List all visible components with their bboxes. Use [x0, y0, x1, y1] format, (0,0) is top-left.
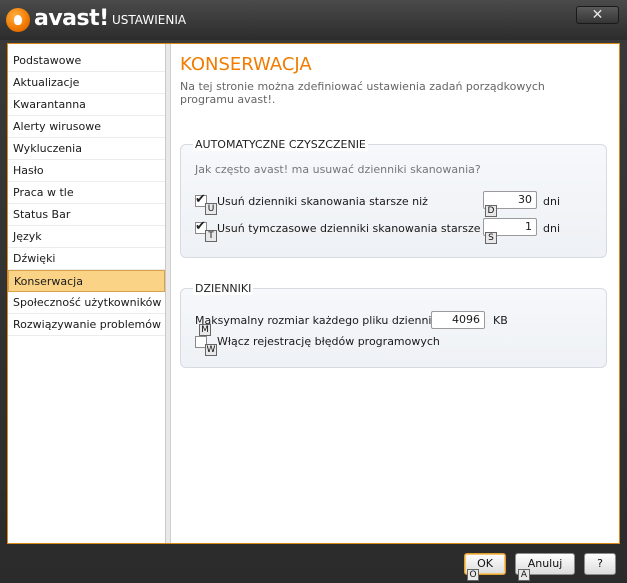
help-button[interactable]: ? — [584, 553, 616, 575]
sidebar-item-aktualizacje[interactable]: Aktualizacje — [8, 72, 165, 94]
max-size-input[interactable]: 4096 — [431, 311, 485, 329]
sidebar-item-konserwacja[interactable]: Konserwacja — [8, 270, 165, 292]
accel-key-w: W — [205, 344, 217, 356]
avast-logo-icon — [6, 8, 30, 32]
ok-label: OK — [477, 557, 493, 570]
main-pane: KONSERWACJA Na tej stronie można zdefini… — [172, 44, 619, 543]
sidebar-item-haslo[interactable]: Hasło — [8, 160, 165, 182]
group-title-auto-clean: AUTOMATYCZNE CZYSZCZENIE — [193, 138, 368, 151]
help-icon: ? — [597, 557, 603, 570]
sidebar-item-podstawowe[interactable]: Podstawowe — [8, 50, 165, 72]
settings-panel: Podstawowe Aktualizacje Kwarantanna Aler… — [7, 43, 620, 544]
sidebar-item-wykluczenia[interactable]: Wykluczenia — [8, 138, 165, 160]
accel-key-s: S — [485, 232, 497, 244]
sidebar-item-status-bar[interactable]: Status Bar — [8, 204, 165, 226]
group-title-logs: DZIENNIKI — [193, 282, 254, 295]
window-title: USTAWIENIA — [112, 13, 187, 27]
accel-key-a: A — [518, 569, 530, 581]
temp-logs-unit: dni — [543, 222, 561, 235]
title-bar[interactable]: avast! USTAWIENIA ✕ — [0, 0, 627, 40]
cancel-label: Anuluj — [527, 557, 563, 570]
logs-group: DZIENNIKI Maksymalny rozmiar każdego pli… — [180, 282, 607, 368]
logo-text: avast! — [34, 6, 109, 31]
avast-logo: avast! — [6, 6, 110, 34]
sidebar-item-rozwiazywanie-problemow[interactable]: Rozwiązywanie problemów — [8, 314, 165, 336]
accel-key-t: T — [205, 230, 217, 242]
accel-key-d: D — [485, 205, 497, 217]
sidebar-item-spolecznosc[interactable]: Społeczność użytkowników — [8, 292, 165, 314]
error-log-label[interactable]: Włącz rejestrację błędów programowych — [217, 335, 440, 348]
accel-key-m: M — [199, 324, 211, 336]
sidebar-item-kwarantanna[interactable]: Kwarantanna — [8, 94, 165, 116]
settings-window: avast! USTAWIENIA ✕ Podstawowe Aktualiza… — [0, 0, 627, 583]
sidebar-item-praca-w-tle[interactable]: Praca w tle — [8, 182, 165, 204]
scan-logs-label[interactable]: Usuń dzienniki skanowania starsze niż — [217, 195, 428, 208]
close-icon: ✕ — [591, 7, 604, 23]
close-button[interactable]: ✕ — [576, 6, 619, 24]
max-size-unit: KB — [493, 314, 508, 327]
auto-clean-hint: Jak często avast! ma usuwać dzienniki sk… — [195, 163, 481, 176]
sidebar-item-jezyk[interactable]: Język — [8, 226, 165, 248]
auto-clean-group: AUTOMATYCZNE CZYSZCZENIE Jak często avas… — [180, 138, 607, 258]
page-title: KONSERWACJA — [180, 54, 312, 75]
sidebar-item-dzwieki[interactable]: Dźwięki — [8, 248, 165, 270]
sidebar: Podstawowe Aktualizacje Kwarantanna Aler… — [8, 44, 166, 543]
sidebar-item-alerty-wirusowe[interactable]: Alerty wirusowe — [8, 116, 165, 138]
accel-key-o: O — [467, 569, 479, 581]
page-description: Na tej stronie można zdefiniować ustawie… — [180, 80, 545, 106]
sidebar-splitter[interactable] — [166, 44, 171, 543]
max-size-label: Maksymalny rozmiar każdego pliku dzienni… — [195, 314, 449, 327]
scan-logs-unit: dni — [543, 195, 561, 208]
accel-key-u: U — [205, 203, 217, 215]
temp-logs-label[interactable]: Usuń tymczasowe dzienniki skanowania sta… — [217, 222, 500, 235]
